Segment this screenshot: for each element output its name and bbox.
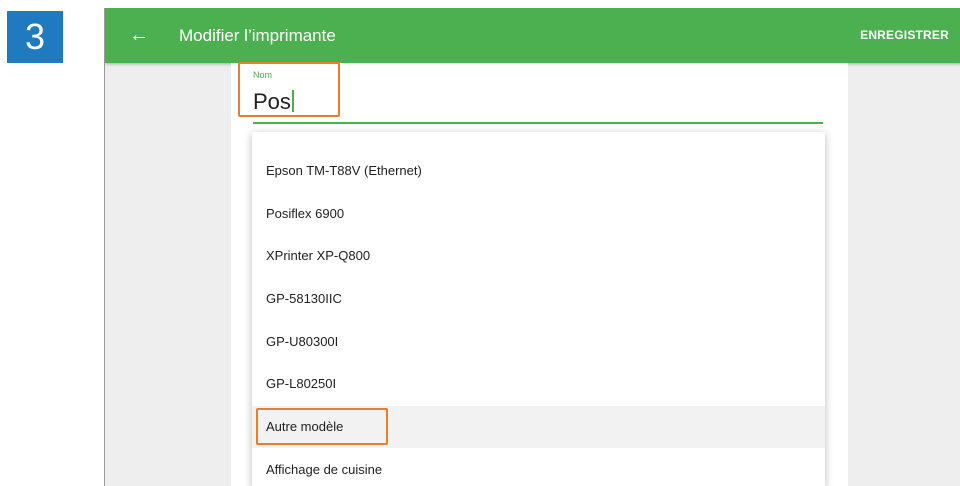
dropdown-item[interactable]: GP-58130IIC xyxy=(252,278,825,320)
name-field-underline xyxy=(253,122,823,124)
dropdown-item[interactable]: GP-L80250I xyxy=(252,363,825,405)
dropdown-item[interactable]: Epson TM-T88V (Ethernet) xyxy=(252,150,825,192)
dropdown-item[interactable]: Posiflex 6900 xyxy=(252,193,825,235)
arrow-left-icon[interactable]: ← xyxy=(129,23,149,47)
dropdown-item[interactable]: XPrinter XP-Q800 xyxy=(252,235,825,277)
dropdown-item[interactable]: Affichage de cuisine xyxy=(252,449,825,486)
dropdown-item[interactable]: GP-U80300I xyxy=(252,321,825,363)
name-field-highlight xyxy=(238,62,340,117)
step-number-badge: 3 xyxy=(7,11,63,63)
page-title: Modifier l’imprimante xyxy=(179,26,336,45)
app-toolbar: ← Modifier l’imprimante ENREGISTRER xyxy=(105,8,960,63)
save-button[interactable]: ENREGISTRER xyxy=(860,27,949,43)
autre-modele-highlight xyxy=(256,408,388,445)
